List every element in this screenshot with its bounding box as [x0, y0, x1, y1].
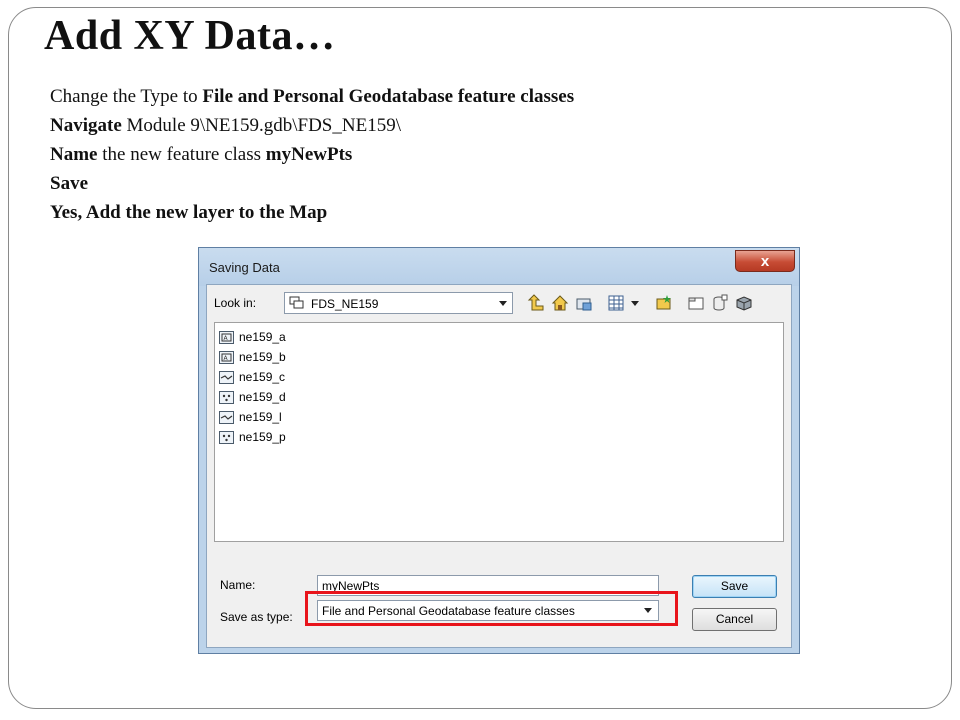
instruction-bold: Name	[50, 144, 98, 165]
list-item[interactable]: ne159_c	[219, 368, 285, 386]
list-item[interactable]: ne159_p	[219, 428, 286, 446]
file-name: ne159_b	[239, 350, 286, 364]
instruction-bold: Yes, Add the new layer to the Map	[50, 202, 328, 223]
up-one-level-button[interactable]	[525, 292, 547, 314]
line-class-icon	[219, 370, 234, 384]
file-list[interactable]: A ne159_a A ne159_b ne159_c ne159_d ne15…	[214, 322, 784, 542]
point-class-icon	[219, 390, 234, 404]
instruction-line-2: Navigate Module 9\NE159.gdb\FDS_NE159\	[50, 111, 574, 140]
dialog-titlebar[interactable]: Saving Data x	[199, 248, 799, 286]
name-label: Name:	[220, 578, 256, 592]
instruction-bold: File and Personal Geodatabase feature cl…	[202, 86, 575, 107]
feature-dataset-icon	[289, 296, 304, 309]
view-details-icon	[608, 295, 624, 311]
annotation-class-icon: A	[219, 330, 234, 344]
view-details-button[interactable]	[605, 292, 627, 314]
point-class-icon	[219, 430, 234, 444]
close-icon: x	[760, 253, 770, 270]
look-in-dropdown[interactable]: FDS_NE159	[284, 292, 513, 314]
home-icon	[551, 295, 569, 311]
new-toolbox-icon	[736, 296, 752, 311]
connect-folder-icon	[576, 298, 592, 311]
chevron-down-icon	[499, 301, 507, 306]
close-button[interactable]: x	[735, 250, 795, 272]
list-item[interactable]: ne159_d	[219, 388, 286, 406]
new-table-button[interactable]	[709, 292, 731, 314]
connect-folder-button[interactable]	[573, 292, 595, 314]
dialog-title: Saving Data	[209, 260, 280, 275]
instruction-line-4: Save	[50, 169, 574, 198]
saving-data-dialog: Saving Data x Look in: FDS_NE159 A ne159…	[198, 247, 800, 654]
instruction-list: Change the Type to File and Personal Geo…	[50, 82, 574, 227]
file-name: ne159_d	[239, 390, 286, 404]
list-item[interactable]: A ne159_a	[219, 328, 286, 346]
instruction-bold: Navigate	[50, 115, 122, 136]
highlight-box	[305, 591, 678, 626]
file-name: ne159_l	[239, 410, 282, 424]
new-folder-icon	[688, 297, 704, 310]
file-name: ne159_p	[239, 430, 286, 444]
home-button[interactable]	[549, 292, 571, 314]
dropdown-arrow-icon	[631, 300, 639, 306]
file-name: ne159_a	[239, 330, 286, 344]
slide-title: Add XY Data…	[44, 13, 336, 59]
instruction-bold: Save	[50, 173, 88, 194]
instruction-text: Change the Type to	[50, 86, 203, 107]
new-feature-dataset-button[interactable]	[653, 292, 675, 314]
instruction-line-5: Yes, Add the new layer to the Map	[50, 198, 574, 227]
new-feature-dataset-icon	[656, 295, 671, 310]
up-one-level-icon	[527, 294, 544, 311]
new-toolbox-button[interactable]	[733, 292, 755, 314]
dialog-body: Look in: FDS_NE159 A ne159_a A ne159_b n…	[206, 284, 792, 648]
save-button[interactable]: Save	[692, 575, 777, 598]
list-item[interactable]: A ne159_b	[219, 348, 286, 366]
annotation-class-icon: A	[219, 350, 234, 364]
instruction-text: the new feature class	[97, 144, 266, 165]
instruction-bold: myNewPts	[265, 144, 353, 165]
new-table-icon	[713, 294, 728, 311]
view-options-dropdown[interactable]	[628, 292, 642, 314]
file-name: ne159_c	[239, 370, 286, 384]
list-item[interactable]: ne159_l	[219, 408, 282, 426]
new-folder-button[interactable]	[685, 292, 707, 314]
instruction-line-3: Name the new feature class myNewPts	[50, 140, 574, 169]
look-in-label: Look in:	[214, 296, 257, 310]
save-as-type-label: Save as type:	[220, 610, 293, 624]
line-class-icon	[219, 410, 234, 424]
instruction-text: Module 9\NE159.gdb\FDS_NE159\	[121, 115, 401, 136]
cancel-button[interactable]: Cancel	[692, 608, 777, 631]
look-in-value: FDS_NE159	[311, 297, 379, 311]
instruction-line-1: Change the Type to File and Personal Geo…	[50, 82, 574, 111]
